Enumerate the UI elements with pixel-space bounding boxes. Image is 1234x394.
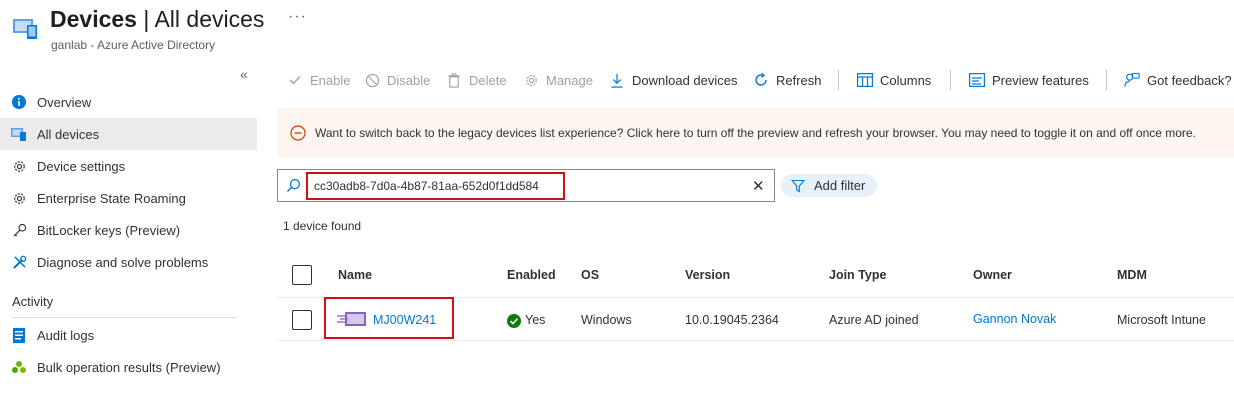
- column-header-enabled[interactable]: Enabled: [507, 268, 556, 282]
- trash-icon: [446, 72, 462, 88]
- disable-button[interactable]: Disable: [364, 69, 430, 91]
- got-feedback-button[interactable]: Got feedback?: [1124, 69, 1232, 91]
- columns-button[interactable]: Columns: [857, 69, 931, 91]
- people-icon: [11, 359, 27, 375]
- sidebar-section-activity: Activity: [12, 294, 54, 309]
- results-count: 1 device found: [283, 219, 362, 233]
- toolbar-divider: [1106, 70, 1107, 90]
- sidebar-divider: [12, 317, 237, 318]
- feedback-icon: [1124, 72, 1140, 88]
- sidebar-item-label: All devices: [37, 126, 100, 142]
- column-header-version[interactable]: Version: [685, 268, 730, 282]
- search-value[interactable]: cc30adb8-7d0a-4b87-81aa-652d0f1dd584: [314, 179, 539, 193]
- manage-button[interactable]: Manage: [523, 69, 593, 91]
- delete-button[interactable]: Delete: [446, 69, 507, 91]
- clear-search-icon[interactable]: ✕: [752, 177, 765, 195]
- audit-log-icon: [11, 327, 27, 343]
- sidebar-item-label: Overview: [37, 94, 92, 110]
- device-name-highlight: [324, 297, 454, 339]
- page-subtitle: ganlab - Azure Active Directory: [51, 38, 216, 52]
- check-circle-icon: [507, 314, 521, 331]
- cell-os: Windows: [581, 313, 632, 327]
- preview-icon: [969, 72, 985, 88]
- sidebar-item-label: Bulk operation results (Preview): [37, 359, 221, 375]
- sidebar-item-all-devices[interactable]: All devices: [0, 118, 257, 150]
- row-checkbox[interactable]: [292, 310, 312, 330]
- wrench-icon: [11, 254, 27, 270]
- preview-features-button[interactable]: Preview features: [969, 69, 1089, 91]
- download-icon: [609, 72, 625, 88]
- column-header-owner[interactable]: Owner: [973, 268, 1012, 282]
- sidebar-item-label: BitLocker keys (Preview): [37, 222, 181, 238]
- block-icon: [364, 72, 380, 88]
- gear-icon: [11, 190, 27, 206]
- check-icon: [287, 72, 303, 88]
- column-header-join-type[interactable]: Join Type: [829, 268, 886, 282]
- search-icon: [286, 178, 301, 196]
- sidebar-item-device-settings[interactable]: Device settings: [0, 150, 257, 182]
- owner-link[interactable]: Gannon Novak: [973, 312, 1056, 326]
- download-devices-button[interactable]: Download devices: [609, 69, 738, 91]
- sidebar-item-overview[interactable]: Overview: [0, 86, 257, 118]
- sidebar-item-label: Audit logs: [37, 327, 95, 343]
- toolbar-divider: [950, 70, 951, 90]
- cell-join-type: Azure AD joined: [829, 313, 919, 327]
- sidebar-item-bulk-operation-results[interactable]: Bulk operation results (Preview): [0, 351, 257, 383]
- sidebar-item-audit-logs[interactable]: Audit logs: [0, 319, 257, 351]
- legacy-experience-banner[interactable]: Want to switch back to the legacy device…: [277, 108, 1234, 157]
- cell-version: 10.0.19045.2364: [685, 313, 779, 327]
- gear-icon: [523, 72, 539, 88]
- page-title: Devices | All devices: [50, 6, 265, 32]
- info-icon: [11, 94, 27, 110]
- sidebar-item-enterprise-state-roaming[interactable]: Enterprise State Roaming: [0, 182, 257, 214]
- collapse-sidebar-button[interactable]: «: [240, 66, 248, 82]
- filter-icon: [790, 179, 806, 193]
- key-icon: [11, 222, 27, 238]
- toolbar-divider: [838, 70, 839, 90]
- sidebar-item-label: Enterprise State Roaming: [37, 190, 186, 206]
- table-row-divider: [277, 340, 1234, 341]
- minus-circle-icon: [290, 124, 306, 141]
- add-filter-button[interactable]: Add filter: [781, 174, 877, 197]
- cell-enabled: Yes: [525, 313, 546, 327]
- column-header-mdm[interactable]: MDM: [1117, 268, 1147, 282]
- devices-header-icon: [12, 14, 38, 40]
- sidebar-item-label: Diagnose and solve problems: [37, 254, 209, 270]
- refresh-button[interactable]: Refresh: [753, 69, 822, 91]
- select-all-checkbox[interactable]: [292, 265, 312, 285]
- column-header-os[interactable]: OS: [581, 268, 599, 282]
- banner-text: Want to switch back to the legacy device…: [315, 125, 1196, 140]
- gear-icon: [11, 158, 27, 174]
- more-options-button[interactable]: ···: [288, 8, 307, 26]
- column-header-name[interactable]: Name: [338, 268, 372, 282]
- sidebar-item-label: Device settings: [37, 158, 126, 174]
- sidebar-item-diagnose-solve[interactable]: Diagnose and solve problems: [0, 246, 257, 278]
- columns-icon: [857, 72, 873, 88]
- sidebar-item-bitlocker-keys[interactable]: BitLocker keys (Preview): [0, 214, 257, 246]
- cell-mdm: Microsoft Intune: [1117, 313, 1206, 327]
- refresh-icon: [753, 72, 769, 88]
- enable-button[interactable]: Enable: [287, 69, 350, 91]
- devices-icon: [11, 126, 27, 142]
